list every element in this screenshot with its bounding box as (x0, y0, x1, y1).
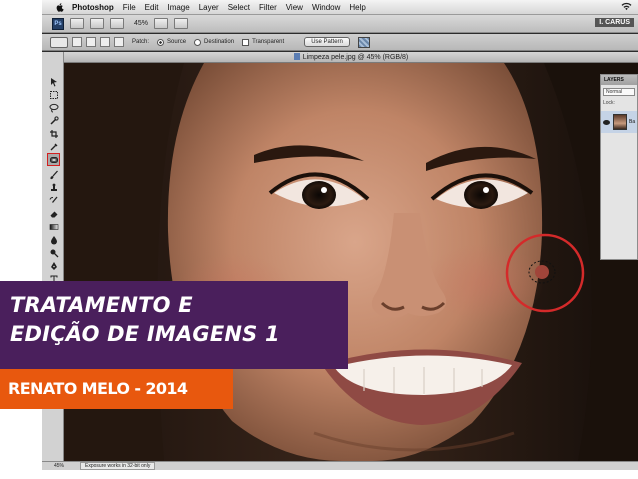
apple-icon[interactable] (54, 2, 66, 12)
menu-bar: Photoshop File Edit Image Layer Select F… (42, 0, 638, 15)
layer-name: Ba (629, 119, 636, 125)
pen-icon[interactable] (48, 260, 59, 271)
view-extras-button[interactable] (110, 18, 124, 29)
layers-tab[interactable]: LAYERS (601, 75, 637, 85)
menu-layer[interactable]: Layer (199, 3, 219, 12)
blur-icon[interactable] (48, 234, 59, 245)
menu-image[interactable]: Image (167, 3, 189, 12)
menu-edit[interactable]: Edit (145, 3, 159, 12)
menu-window[interactable]: Window (312, 3, 340, 12)
patch-label: Patch: (132, 39, 150, 45)
transparent-checkbox-label: Transparent (252, 39, 285, 45)
layers-panel: LAYERS Normal Lock: Ba (600, 74, 638, 260)
menu-select[interactable]: Select (228, 3, 250, 12)
menu-view[interactable]: View (286, 3, 303, 12)
lock-label: Lock: (603, 100, 615, 106)
bridge-button[interactable] (70, 18, 84, 29)
document-title: Limpeza pele.jpg @ 45% (RGB/8) (302, 54, 409, 61)
title-banner: TRATAMENTO E EDIÇÃO DE IMAGENS 1 (0, 281, 348, 369)
tool-options-bar: Patch: Source Destination Transparent Us… (42, 34, 638, 51)
application-bar: Ps 45% I. CARUS (42, 15, 638, 33)
patch-icon[interactable] (47, 153, 60, 166)
transparent-checkbox[interactable]: Transparent (242, 38, 285, 46)
lasso-icon[interactable] (48, 102, 59, 113)
status-zoom[interactable]: 45% (54, 463, 64, 469)
author-text: RENATO MELO - 2014 (8, 379, 188, 398)
destination-radio-label: Destination (204, 39, 235, 45)
clone-stamp-icon[interactable] (48, 182, 59, 193)
eye-icon[interactable] (603, 119, 610, 125)
menu-filter[interactable]: Filter (259, 3, 277, 12)
eraser-icon[interactable] (48, 208, 59, 219)
eyedropper-icon[interactable] (48, 141, 59, 152)
pattern-picker[interactable] (357, 36, 370, 48)
source-radio[interactable]: Source (157, 38, 187, 46)
gradient-icon[interactable] (48, 221, 59, 232)
intersect-selection-button[interactable] (114, 37, 124, 47)
status-bar: 45% Exposure works in 32-bit only (42, 461, 638, 470)
add-selection-button[interactable] (86, 37, 96, 47)
zoom-level[interactable]: 45% (134, 20, 148, 27)
title-line-2: EDIÇÃO DE IMAGENS 1 (10, 322, 280, 346)
menubar-status-area (621, 2, 632, 13)
tool-preset-picker[interactable] (50, 36, 68, 48)
brush-icon[interactable] (48, 169, 59, 180)
source-radio-dot[interactable] (157, 38, 165, 46)
dodge-icon[interactable] (48, 247, 59, 258)
screen-mode-button[interactable] (174, 18, 189, 29)
title-line-1: TRATAMENTO E (10, 293, 193, 317)
document-icon (293, 53, 300, 60)
blend-mode-select[interactable]: Normal (603, 88, 635, 96)
menu-file[interactable]: File (123, 3, 136, 12)
status-message: Exposure works in 32-bit only (80, 462, 156, 470)
destination-radio-dot[interactable] (194, 38, 202, 46)
photoshop-logo: Ps (52, 17, 64, 30)
marquee-icon[interactable] (48, 89, 59, 100)
menu-app-name[interactable]: Photoshop (72, 3, 114, 12)
mini-bridge-button[interactable] (90, 18, 104, 29)
user-account-label[interactable]: I. CARUS (595, 18, 634, 27)
quick-select-icon[interactable] (48, 115, 59, 126)
history-brush-icon[interactable] (48, 195, 59, 206)
use-pattern-button[interactable]: Use Pattern (304, 37, 350, 47)
arrange-documents-button[interactable] (154, 18, 169, 29)
transparent-checkbox-box[interactable] (242, 38, 250, 46)
menu-help[interactable]: Help (349, 3, 365, 12)
layer-row-background[interactable]: Ba (601, 111, 637, 133)
document-title-bar[interactable]: Limpeza pele.jpg @ 45% (RGB/8) (64, 52, 638, 63)
source-radio-label: Source (167, 39, 187, 45)
author-banner: RENATO MELO - 2014 (0, 369, 233, 409)
move-icon[interactable] (48, 76, 59, 87)
subtract-selection-button[interactable] (100, 37, 110, 47)
layer-thumbnail (613, 114, 627, 130)
new-selection-button[interactable] (72, 37, 82, 47)
wifi-icon[interactable] (621, 2, 632, 13)
destination-radio[interactable]: Destination (194, 38, 235, 46)
crop-icon[interactable] (48, 128, 59, 139)
